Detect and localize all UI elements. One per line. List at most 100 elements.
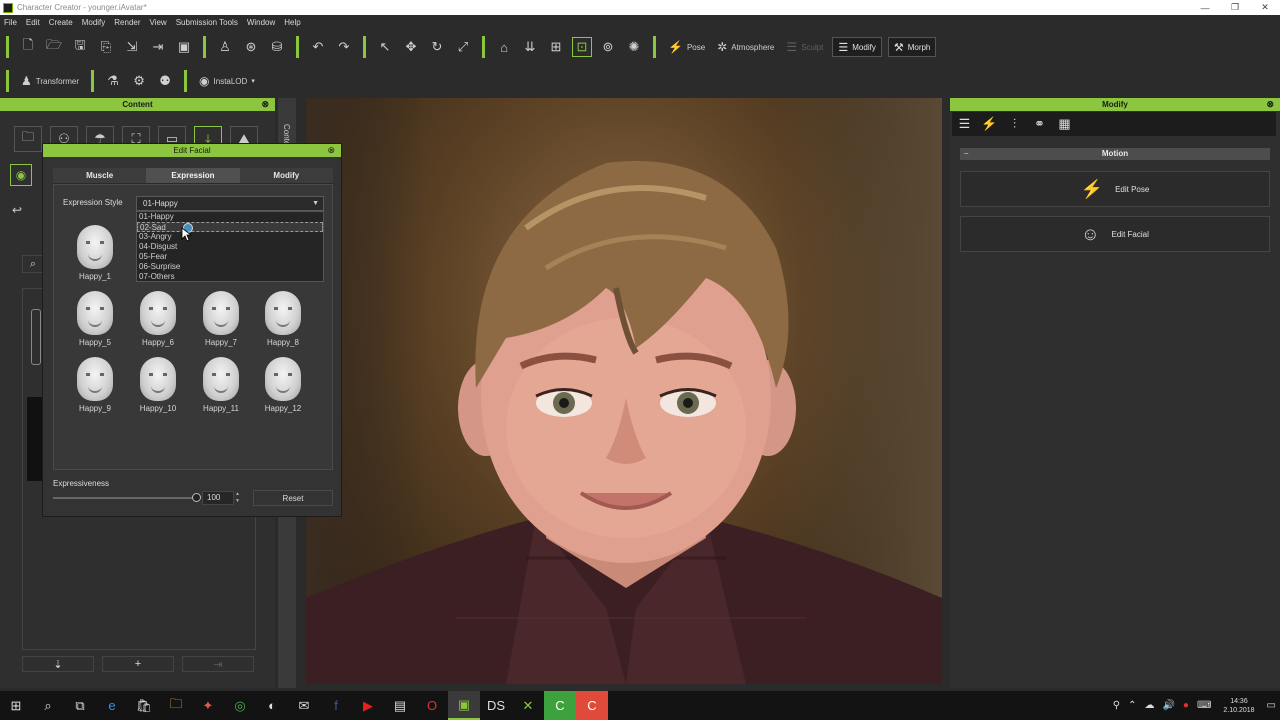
store-icon[interactable]: 🛍 bbox=[128, 691, 160, 720]
folder-icon[interactable]: 🗀 bbox=[14, 126, 42, 152]
reset-button[interactable]: Reset bbox=[253, 490, 333, 506]
tab-expression[interactable]: Expression bbox=[146, 168, 240, 184]
expressiveness-input[interactable]: 100 bbox=[202, 491, 234, 505]
edit-facial-header[interactable]: Edit Facial ⊗ bbox=[43, 144, 341, 157]
menu-edit[interactable]: Edit bbox=[26, 18, 40, 27]
select-icon[interactable]: ↖ bbox=[375, 37, 395, 57]
checker-icon[interactable]: ▦ bbox=[1052, 112, 1077, 136]
material-icon[interactable]: ⚭ bbox=[1027, 112, 1052, 136]
home-view-icon[interactable]: ⌂ bbox=[494, 37, 514, 57]
motion-icon[interactable]: ⚡ bbox=[977, 112, 1002, 136]
character-icon[interactable]: ♙ bbox=[215, 37, 235, 57]
rotate-icon[interactable]: ↻ bbox=[427, 37, 447, 57]
close-icon[interactable]: ⊗ bbox=[327, 144, 335, 157]
mail-icon[interactable]: ✉ bbox=[288, 691, 320, 720]
slider-handle[interactable] bbox=[192, 493, 201, 502]
edit-facial-button[interactable]: ☺ Edit Facial bbox=[960, 216, 1270, 252]
new-file-icon[interactable]: 🗋 bbox=[18, 37, 38, 57]
tab-muscle[interactable]: Muscle bbox=[53, 168, 147, 184]
edit-pose-button[interactable]: ⚡ Edit Pose bbox=[960, 171, 1270, 207]
menu-modify[interactable]: Modify bbox=[82, 18, 106, 27]
collapse-icon[interactable]: – bbox=[964, 148, 968, 160]
menu-render[interactable]: Render bbox=[114, 18, 140, 27]
expression-thumb-happy-6[interactable]: Happy_6 bbox=[133, 291, 183, 347]
cloud-icon[interactable]: ☁ bbox=[1144, 700, 1154, 711]
facebook-icon[interactable]: f bbox=[320, 691, 352, 720]
file-explorer-icon[interactable]: 🗀 bbox=[160, 691, 192, 720]
skin-icon[interactable]: ⚙ bbox=[129, 71, 149, 91]
undo-icon[interactable]: ↶ bbox=[308, 37, 328, 57]
opera-icon[interactable]: O bbox=[416, 691, 448, 720]
close-icon[interactable]: ⊗ bbox=[1266, 98, 1274, 111]
sliders-icon[interactable]: ☰ bbox=[952, 112, 977, 136]
expression-style-select[interactable]: 01-Happy ▼ bbox=[136, 196, 324, 211]
expressiveness-stepper[interactable]: ▲ ▼ bbox=[233, 491, 242, 505]
notifications-icon[interactable]: ▭ bbox=[1267, 700, 1276, 711]
expression-thumb-happy-8[interactable]: Happy_8 bbox=[258, 291, 308, 347]
tool-icon[interactable]: ⛁ bbox=[267, 37, 287, 57]
move-icon[interactable]: ✥ bbox=[401, 37, 421, 57]
transformer-button[interactable]: ♟ Transformer bbox=[21, 74, 79, 88]
close-button[interactable]: ✕ bbox=[1250, 0, 1280, 15]
atmosphere-button[interactable]: ✲ Atmosphere bbox=[717, 40, 774, 54]
expression-thumb-happy-1[interactable]: Happy_1 bbox=[70, 225, 120, 281]
people-icon[interactable]: ⚲ bbox=[1113, 700, 1120, 711]
style-option-sad[interactable]: 02-Sad bbox=[137, 222, 323, 232]
youtube-icon[interactable]: ▶ bbox=[352, 691, 384, 720]
expressiveness-slider[interactable] bbox=[53, 493, 201, 502]
3d-viewport[interactable] bbox=[306, 98, 942, 684]
download-icon[interactable]: ⇣ bbox=[22, 656, 94, 672]
instalod-button[interactable]: ◉ InstaLOD ▾ bbox=[199, 74, 255, 88]
edge-browser-icon[interactable]: e bbox=[96, 691, 128, 720]
character-creator-taskbar-icon[interactable]: ▣ bbox=[448, 691, 480, 720]
recorder-icon[interactable]: C bbox=[576, 691, 608, 720]
eye-icon[interactable]: ◉ bbox=[10, 164, 32, 186]
antivirus-icon[interactable]: ● bbox=[1183, 700, 1189, 711]
expression-thumb-happy-9[interactable]: Happy_9 bbox=[70, 357, 120, 413]
close-icon[interactable]: ⊗ bbox=[261, 98, 269, 111]
content-item-preview[interactable] bbox=[31, 309, 41, 365]
menu-file[interactable]: File bbox=[4, 18, 17, 27]
style-option-disgust[interactable]: 04-Disgust bbox=[137, 242, 323, 252]
add-icon[interactable]: + bbox=[102, 656, 174, 672]
menu-window[interactable]: Window bbox=[247, 18, 275, 27]
maximize-button[interactable]: ❐ bbox=[1220, 0, 1250, 15]
save-icon[interactable]: 🖫 bbox=[70, 37, 90, 57]
group-icon[interactable]: ⚉ bbox=[155, 71, 175, 91]
tab-modify[interactable]: Modify bbox=[239, 168, 333, 184]
open-folder-icon[interactable]: 🗁 bbox=[44, 37, 64, 57]
expression-thumb-happy-12[interactable]: Happy_12 bbox=[258, 357, 308, 413]
style-option-surprise[interactable]: 06-Surprise bbox=[137, 262, 323, 272]
menu-submission-tools[interactable]: Submission Tools bbox=[176, 18, 238, 27]
style-option-fear[interactable]: 05-Fear bbox=[137, 252, 323, 262]
scale-icon[interactable]: ⤢ bbox=[453, 37, 473, 57]
chevron-up-icon[interactable]: ⌃ bbox=[1128, 700, 1136, 711]
light-icon[interactable]: ✺ bbox=[624, 37, 644, 57]
style-option-angry[interactable]: 03-Angry bbox=[137, 232, 323, 242]
apply-icon[interactable]: ⇥ bbox=[182, 656, 254, 672]
adjust-icon[interactable]: ⫶ bbox=[1002, 112, 1027, 136]
menu-help[interactable]: Help bbox=[284, 18, 300, 27]
export-icon[interactable]: ⇲ bbox=[122, 37, 142, 57]
chrome-icon[interactable]: ◎ bbox=[224, 691, 256, 720]
expression-thumb-happy-10[interactable]: Happy_10 bbox=[133, 357, 183, 413]
bake-icon[interactable]: ⚗ bbox=[103, 71, 123, 91]
camtasia-icon[interactable]: C bbox=[544, 691, 576, 720]
app-icon[interactable]: ◐ bbox=[256, 691, 288, 720]
gift-icon[interactable]: ✦ bbox=[192, 691, 224, 720]
search-icon[interactable]: ⌕ bbox=[32, 691, 64, 720]
minimize-button[interactable]: — bbox=[1190, 0, 1220, 15]
search-icon[interactable]: ⌕ bbox=[22, 255, 44, 273]
network-icon[interactable]: ⌨ bbox=[1197, 700, 1211, 711]
iclone-icon[interactable]: ✕ bbox=[512, 691, 544, 720]
redo-icon[interactable]: ↷ bbox=[334, 37, 354, 57]
zoom-extents-icon[interactable]: ⊡ bbox=[572, 37, 592, 57]
calculator-icon[interactable]: ▤ bbox=[384, 691, 416, 720]
clock[interactable]: 14:36 2.10.2018 bbox=[1223, 697, 1254, 715]
expression-thumb-happy-11[interactable]: Happy_11 bbox=[196, 357, 246, 413]
render-icon[interactable]: ▣ bbox=[174, 37, 194, 57]
modify-button[interactable]: ☰ Modify bbox=[832, 37, 882, 57]
headshot-icon[interactable]: ⊛ bbox=[241, 37, 261, 57]
character-render[interactable] bbox=[306, 98, 942, 684]
style-option-happy[interactable]: 01-Happy bbox=[137, 212, 323, 222]
